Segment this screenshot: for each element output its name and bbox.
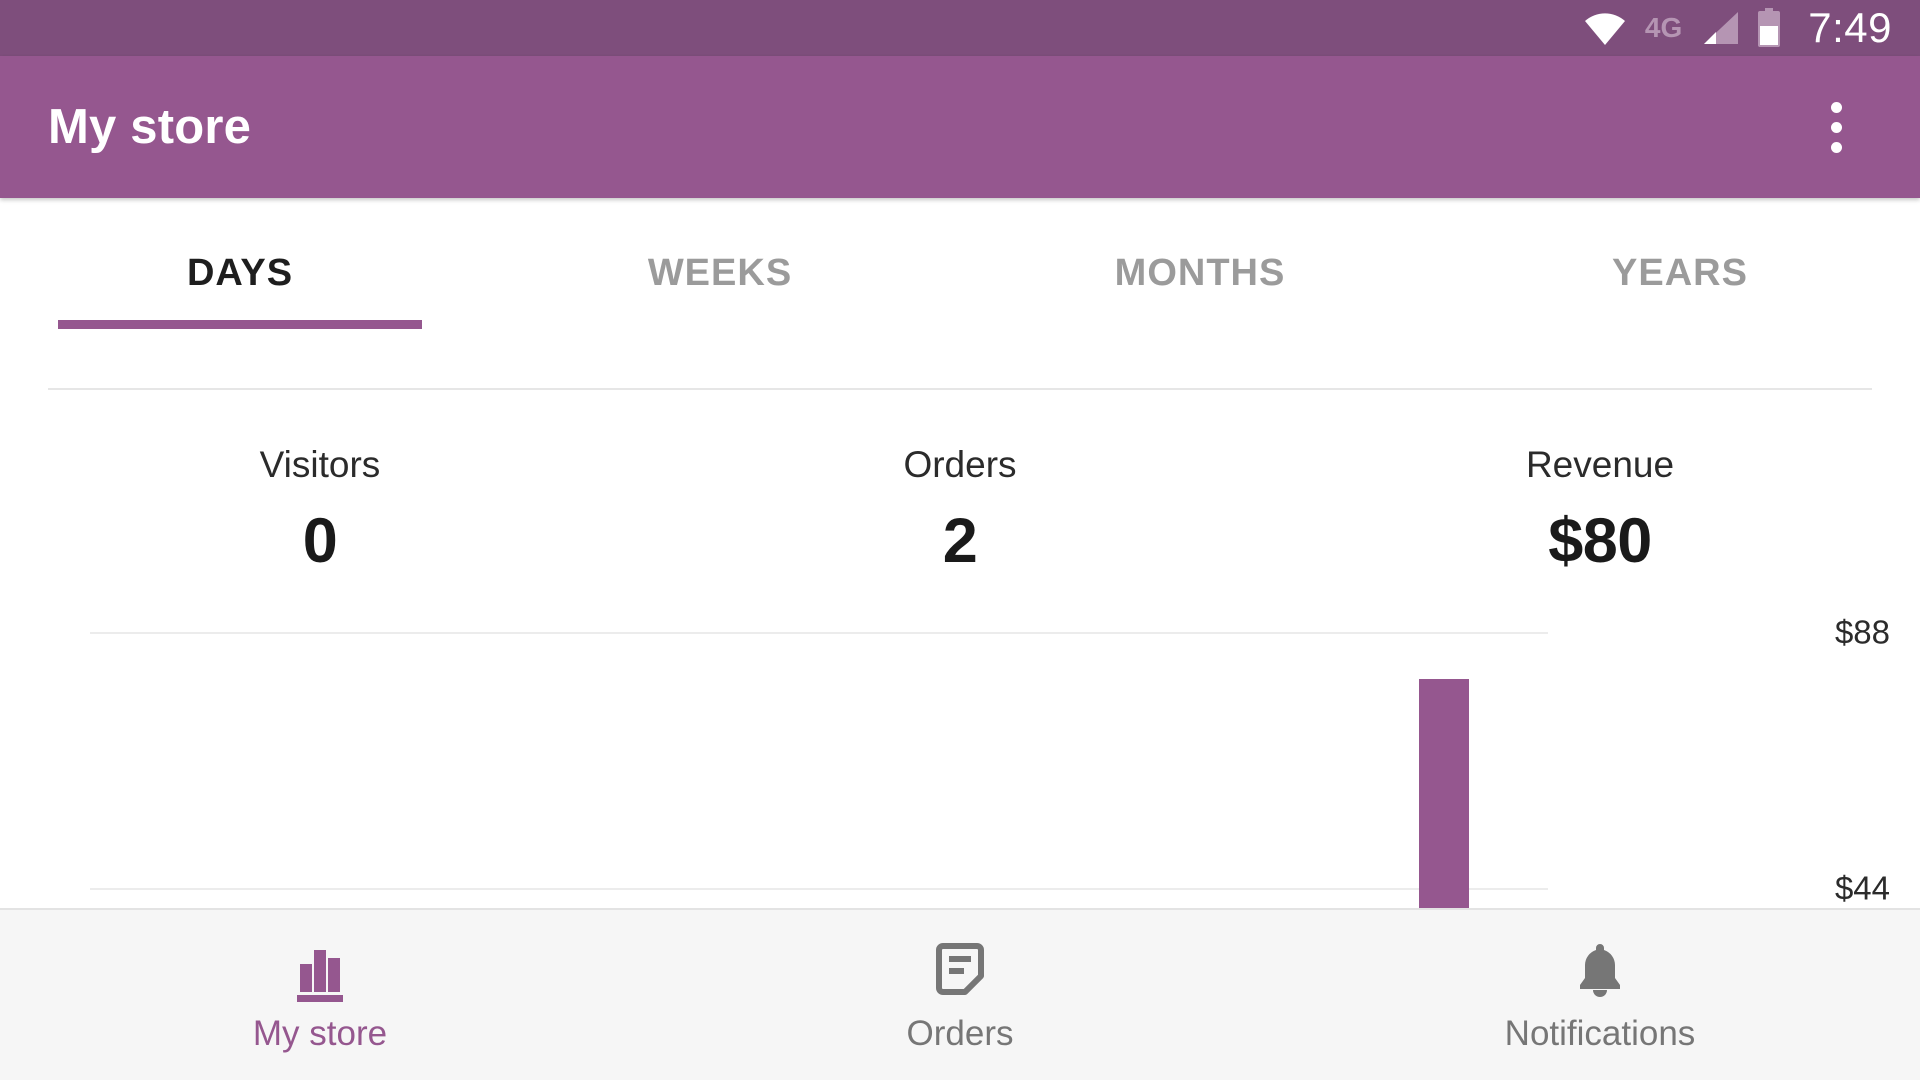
bell-icon bbox=[1569, 940, 1631, 1002]
tab-months[interactable]: MONTHS bbox=[960, 198, 1440, 390]
app-screen: 4G 7:49 My store DAYS WEEKS MONTHS YEARS… bbox=[0, 0, 1920, 1080]
nav-item-orders[interactable]: Orders bbox=[640, 909, 1280, 1080]
more-vertical-icon[interactable] bbox=[1800, 79, 1872, 175]
overflow-dot bbox=[1830, 141, 1842, 153]
stat-label: Visitors bbox=[259, 444, 381, 485]
revenue-bar-chart[interactable]: $88 $44 bbox=[0, 600, 1920, 908]
status-bar: 4G 7:49 bbox=[0, 0, 1920, 56]
nav-item-notifications[interactable]: Notifications bbox=[1280, 909, 1920, 1080]
chart-axis-label: $44 bbox=[1834, 869, 1890, 907]
tab-label: MONTHS bbox=[1114, 251, 1286, 294]
stat-label: Revenue bbox=[1525, 444, 1675, 485]
tab-weeks[interactable]: WEEKS bbox=[480, 198, 960, 390]
tab-label: YEARS bbox=[1612, 251, 1748, 294]
stat-value: $80 bbox=[1548, 506, 1652, 576]
tab-days[interactable]: DAYS bbox=[0, 198, 480, 390]
bottom-navigation-bar: My store Orders Notifications bbox=[0, 908, 1920, 1080]
period-tab-bar: DAYS WEEKS MONTHS YEARS bbox=[0, 198, 1920, 390]
chart-bar[interactable] bbox=[1419, 678, 1469, 908]
stat-visitors: Visitors 0 bbox=[0, 430, 640, 600]
chart-axis-label: $88 bbox=[1834, 613, 1890, 651]
tab-indicator bbox=[57, 320, 423, 329]
summary-stats: Visitors 0 Orders 2 Revenue $80 bbox=[0, 430, 1920, 600]
nav-label: My store bbox=[252, 1013, 388, 1053]
nav-item-my-store[interactable]: My store bbox=[0, 909, 640, 1080]
clock-label: 7:49 bbox=[1808, 4, 1892, 51]
tab-label: DAYS bbox=[186, 251, 294, 294]
page-title: My store bbox=[48, 100, 252, 154]
tab-years[interactable]: YEARS bbox=[1440, 198, 1920, 390]
nav-label: Notifications bbox=[1504, 1013, 1696, 1053]
tab-bar-divider bbox=[48, 388, 1872, 390]
tab-label: WEEKS bbox=[647, 251, 793, 294]
overflow-dot bbox=[1830, 101, 1842, 113]
battery-icon bbox=[1756, 8, 1782, 48]
bar-chart-icon bbox=[289, 940, 351, 1002]
chart-gridline bbox=[90, 888, 1548, 890]
nav-label: Orders bbox=[906, 1013, 1014, 1053]
stat-orders: Orders 2 bbox=[640, 430, 1280, 600]
stat-value: 0 bbox=[302, 506, 338, 576]
order-document-icon bbox=[929, 940, 991, 1002]
app-bar: My store bbox=[0, 56, 1920, 198]
network-type-label: 4G bbox=[1644, 12, 1683, 43]
chart-gridline bbox=[90, 632, 1548, 634]
stat-label: Orders bbox=[903, 444, 1017, 485]
stat-value: 2 bbox=[942, 506, 978, 576]
cellular-signal-icon bbox=[1700, 10, 1740, 46]
wifi-icon bbox=[1583, 11, 1627, 45]
overflow-dot bbox=[1830, 121, 1842, 133]
stat-revenue: Revenue $80 bbox=[1280, 430, 1920, 600]
